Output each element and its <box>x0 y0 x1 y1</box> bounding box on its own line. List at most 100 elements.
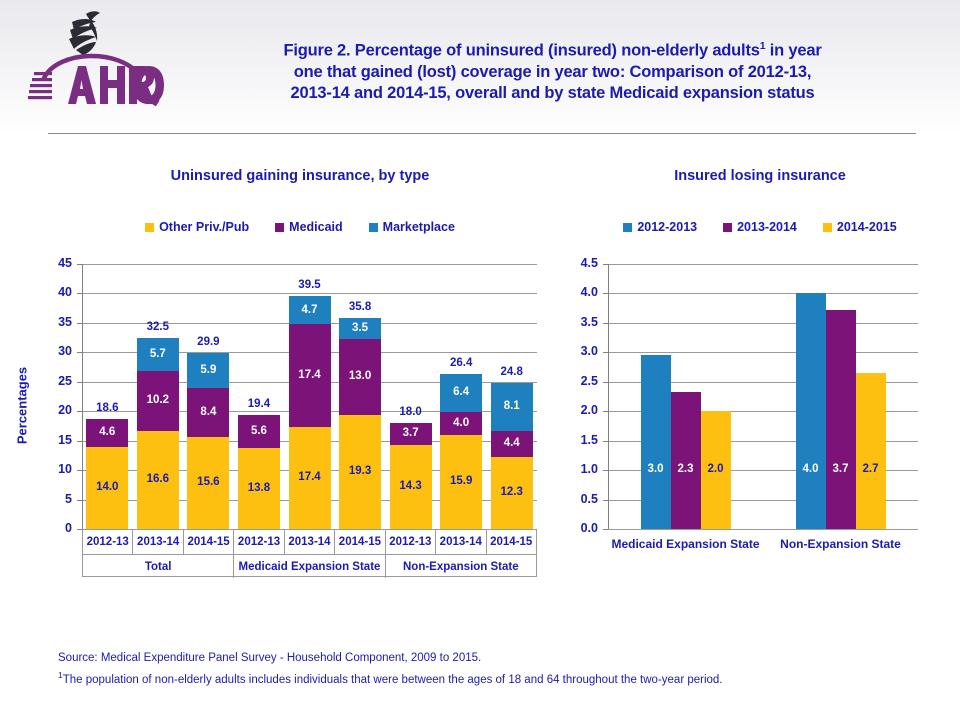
bar-segment-value: 12.3 <box>500 486 523 499</box>
legend-label: Medicaid <box>289 220 343 234</box>
bar-segment-value: 13.8 <box>247 481 271 494</box>
footnote-source: Source: Medical Expenditure Panel Survey… <box>58 652 482 664</box>
bar-segment-value: 8.4 <box>200 405 217 418</box>
bar-segment[interactable]: 6.4 <box>440 374 483 412</box>
stacked-bar[interactable]: 3.5 13.0 19.3 <box>339 318 382 529</box>
left-chart-x-axis-table: 2012-13 2013-14 2014-15 2012-13 2013-14 2014-… <box>82 529 537 578</box>
x-axis-group-label: Medicaid Expansion State <box>234 555 386 578</box>
bar-segment[interactable]: 5.9 <box>187 352 230 388</box>
grouped-bar[interactable]: 3.0 <box>640 354 671 529</box>
bar-segment[interactable]: 16.6 <box>136 431 179 529</box>
bar-value-label: 4.0 <box>802 463 819 475</box>
legend-label: 2012-2013 <box>637 220 698 234</box>
bar-total-label: 24.8 <box>500 365 523 378</box>
figure-page: Figure 2. Percentage of uninsured (insur… <box>0 0 960 720</box>
bar-segment-value: 3.7 <box>402 427 419 440</box>
bar-total-label: 18.0 <box>399 406 422 418</box>
bar-segment[interactable]: 4.6 <box>86 419 129 447</box>
hhs-eagle-icon <box>69 11 100 55</box>
y-axis-tick-label: 15 <box>58 432 72 447</box>
legend-item-other-priv-pub: Other Priv./Pub <box>145 220 249 234</box>
bar-segment[interactable]: 4.4 <box>490 430 533 457</box>
bar-segment[interactable]: 17.4 <box>288 426 331 529</box>
y-axis-tick-label: 10 <box>58 462 72 477</box>
ahrq-logo <box>24 8 164 112</box>
bar-segment[interactable]: 15.6 <box>187 437 230 529</box>
grouped-bar[interactable]: 3.7 <box>825 309 856 529</box>
y-axis-tick-label: 1.0 <box>580 462 598 477</box>
stacked-bar[interactable]: 5.7 10.2 16.6 <box>136 337 179 529</box>
bar-segment-value: 14.3 <box>399 480 422 493</box>
y-axis-tick-label: 3.5 <box>580 314 598 329</box>
stacked-bar[interactable]: 8.1 4.4 12.3 <box>490 382 533 529</box>
title-line-1b: in year <box>765 41 822 60</box>
x-axis-period-label: 2014-15 <box>490 536 533 548</box>
bar-segment-value: 16.6 <box>146 473 170 486</box>
x-axis-group-label: Non-Expansion State <box>402 560 519 573</box>
title-line-3: 2013-14 and 2014-15, overall and by stat… <box>290 83 815 102</box>
stacked-bar[interactable]: 4.6 14.0 <box>86 419 129 529</box>
bar-segment[interactable]: 13.8 <box>237 447 280 529</box>
bar-segment[interactable]: 15.9 <box>440 435 483 529</box>
x-axis-period-label: 2013-14 <box>285 530 336 554</box>
gridline <box>608 322 918 324</box>
gridline <box>82 293 537 295</box>
bar-segment-value: 10.2 <box>146 394 170 407</box>
stacked-bar[interactable]: 6.4 4.0 15.9 <box>440 374 483 529</box>
left-chart-y-axis-label: Percentages <box>14 366 30 445</box>
bar-segment[interactable]: 12.3 <box>490 456 533 529</box>
y-axis-tick-label: 2.5 <box>580 373 598 388</box>
x-axis-category-label: Medicaid Expansion State <box>611 537 760 551</box>
bar-segment[interactable]: 14.0 <box>86 446 129 529</box>
y-axis-tick-label: 0 <box>65 521 72 535</box>
y-axis-tick-label: 30 <box>58 344 72 359</box>
bar-segment[interactable]: 17.4 <box>288 324 331 427</box>
bar-segment[interactable]: 19.3 <box>339 415 382 529</box>
legend-swatch-icon <box>623 222 633 232</box>
legend-swatch-icon <box>723 222 733 232</box>
x-axis-period-label: 2013-14 <box>436 530 487 554</box>
stacked-bar[interactable]: 5.9 8.4 15.6 <box>187 352 230 529</box>
gridline <box>82 264 537 265</box>
footnotes: Source: Medical Expenditure Panel Survey… <box>58 650 918 689</box>
grouped-bar[interactable]: 2.7 <box>855 372 886 529</box>
grouped-bar[interactable]: 2.3 <box>670 391 701 529</box>
bar-segment[interactable]: 10.2 <box>136 371 179 432</box>
y-axis-tick-label: 3.0 <box>580 344 598 359</box>
bar-segment[interactable]: 4.0 <box>440 411 483 436</box>
y-axis-tick-label: 40 <box>58 285 72 300</box>
bar-segment-value: 15.6 <box>197 476 220 489</box>
legend-swatch-icon <box>368 222 378 232</box>
y-axis-tick-label: 2.0 <box>580 403 598 418</box>
legend-swatch-icon <box>275 222 285 232</box>
x-axis-period-label: 2014-15 <box>184 530 235 554</box>
bar-segment[interactable]: 13.0 <box>339 338 382 416</box>
gridline <box>608 352 918 354</box>
gridline <box>608 264 918 265</box>
left-chart: Percentages 0 5 10 15 20 25 30 35 40 45 4.6 14.0 18.… <box>0 250 560 580</box>
bar-segment[interactable]: 4.7 <box>288 296 331 325</box>
bar-segment[interactable]: 3.7 <box>389 423 432 445</box>
legend-swatch-icon <box>822 222 832 232</box>
grouped-bar[interactable]: 2.0 <box>700 410 731 529</box>
bar-total-label: 39.5 <box>298 279 321 292</box>
x-axis-line <box>608 529 918 530</box>
stacked-bar[interactable]: 3.7 14.3 <box>389 423 432 529</box>
bar-segment[interactable]: 5.7 <box>136 337 179 372</box>
left-chart-legend: Other Priv./Pub Medicaid Marketplace <box>60 220 540 234</box>
footnote-note: The population of non-elderly adults inc… <box>62 673 723 686</box>
bar-segment[interactable]: 8.4 <box>187 387 230 438</box>
bar-segment[interactable]: 14.3 <box>389 444 432 529</box>
ahrq-arc <box>41 53 143 81</box>
bar-segment[interactable]: 8.1 <box>490 382 533 431</box>
x-axis-period-row: 2012-13 2013-14 2014-15 2012-13 2013-14 2014-… <box>83 530 536 554</box>
bar-segment[interactable]: 3.5 <box>339 318 382 339</box>
bar-segment[interactable]: 5.6 <box>237 414 280 448</box>
grouped-bar[interactable]: 4.0 <box>795 293 826 529</box>
legend-label: 2013-2014 <box>737 220 797 234</box>
stacked-bar[interactable]: 4.7 17.4 17.4 <box>288 296 331 529</box>
stacked-bar[interactable]: 5.6 13.8 <box>237 414 280 529</box>
header-divider <box>48 133 916 134</box>
bar-segment-value: 5.7 <box>149 347 166 360</box>
gridline <box>608 293 918 295</box>
